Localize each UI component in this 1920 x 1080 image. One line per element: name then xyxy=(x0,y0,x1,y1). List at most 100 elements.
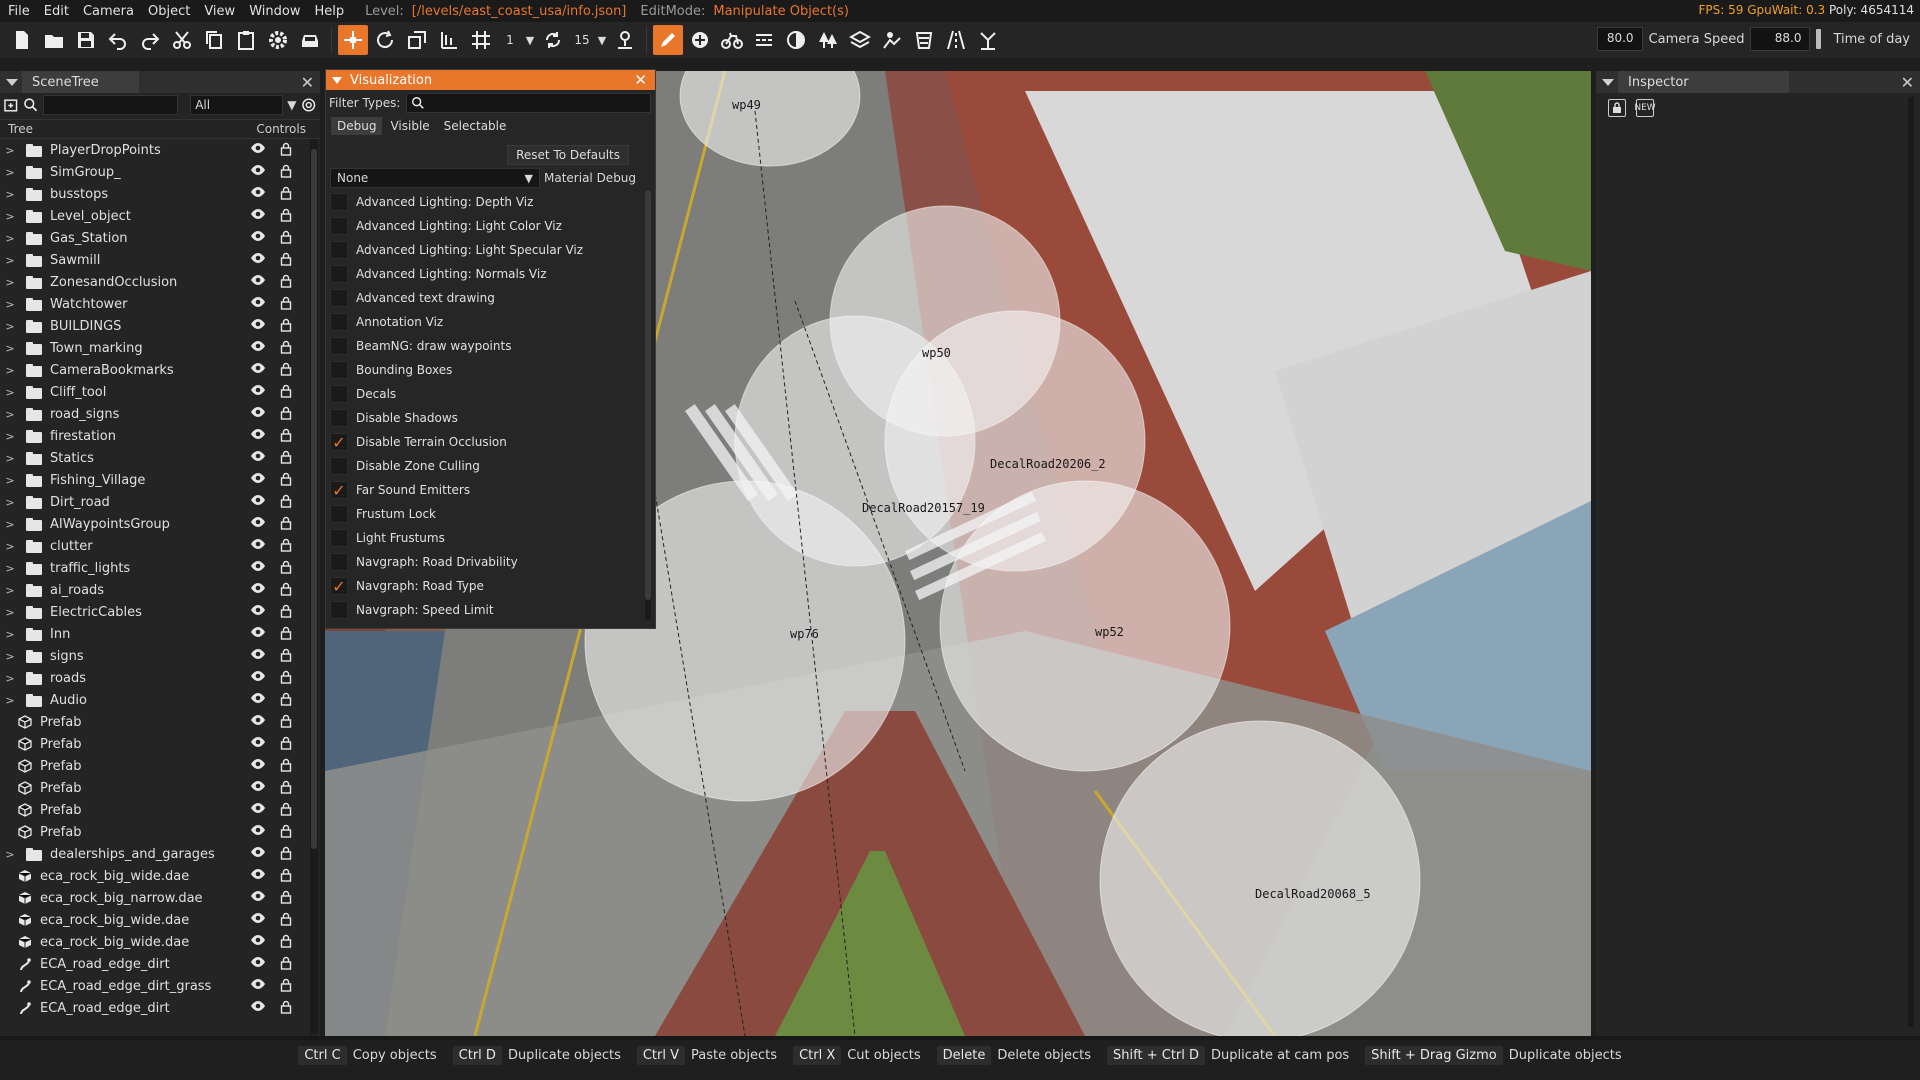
eye-icon[interactable] xyxy=(250,604,266,622)
scenetree-item[interactable]: eca_rock_big_narrow.dae xyxy=(0,887,320,909)
lock-icon[interactable] xyxy=(280,560,292,578)
rotate-snap-value[interactable]: 15 xyxy=(569,28,595,52)
eye-icon[interactable] xyxy=(250,252,266,270)
scenetree-item[interactable]: > signs xyxy=(0,645,320,667)
viz-option[interactable]: Disable Shadows xyxy=(330,406,640,430)
scenetree-item[interactable]: > road_signs xyxy=(0,403,320,425)
waypoint-label[interactable]: wp52 xyxy=(1095,625,1124,639)
chevron-right-icon[interactable]: > xyxy=(0,188,20,201)
viz-option[interactable]: Light Frustums xyxy=(330,526,640,550)
lock-icon[interactable] xyxy=(280,318,292,336)
close-icon[interactable]: ✕ xyxy=(634,71,647,89)
checkbox[interactable]: ✓ xyxy=(330,481,348,500)
lock-icon[interactable] xyxy=(280,912,292,930)
chevron-down-icon[interactable]: ▼ xyxy=(523,34,537,47)
scenetree-search-input[interactable] xyxy=(42,95,179,115)
scenetree-item[interactable]: > Town_marking xyxy=(0,337,320,359)
scenetree-item[interactable]: > ZonesandOcclusion xyxy=(0,271,320,293)
road-editor-icon[interactable] xyxy=(749,25,779,55)
eye-icon[interactable] xyxy=(250,978,266,996)
align-icon[interactable] xyxy=(434,25,464,55)
chevron-right-icon[interactable]: > xyxy=(0,606,20,619)
vehicle-icon[interactable] xyxy=(295,25,325,55)
eye-icon[interactable] xyxy=(250,186,266,204)
lock-icon[interactable] xyxy=(280,956,292,974)
scenetree-item[interactable]: > Watchtower xyxy=(0,293,320,315)
copy-icon[interactable] xyxy=(199,25,229,55)
checkbox[interactable] xyxy=(330,361,348,379)
checkbox[interactable] xyxy=(330,505,348,523)
viz-option[interactable]: Frustum Lock xyxy=(330,502,640,526)
eye-icon[interactable] xyxy=(250,164,266,182)
viz-option[interactable]: Advanced Lighting: Light Specular Viz xyxy=(330,238,640,262)
scenetree-item[interactable]: > clutter xyxy=(0,535,320,557)
scenetree-item[interactable]: ECA_road_edge_dirt_grass xyxy=(0,975,320,997)
lock-icon[interactable] xyxy=(1608,99,1626,117)
lock-icon[interactable] xyxy=(280,626,292,644)
eye-icon[interactable] xyxy=(250,296,266,314)
lock-icon[interactable] xyxy=(280,384,292,402)
checkbox[interactable] xyxy=(330,313,348,331)
chevron-right-icon[interactable]: > xyxy=(0,232,20,245)
viz-option[interactable]: ✓ Disable Terrain Occlusion xyxy=(330,430,640,454)
cut-icon[interactable] xyxy=(167,25,197,55)
inspector-tab[interactable]: Inspector xyxy=(1618,71,1789,93)
eye-icon[interactable] xyxy=(250,912,266,930)
scenetree-item[interactable]: > roads xyxy=(0,667,320,689)
viz-option[interactable]: Decals xyxy=(330,382,640,406)
scenetree-item[interactable]: > ElectricCables xyxy=(0,601,320,623)
waypoint-label[interactable]: wp76 xyxy=(790,627,819,641)
chevron-right-icon[interactable]: > xyxy=(0,452,20,465)
eye-icon[interactable] xyxy=(250,318,266,336)
rotate-snap-icon[interactable] xyxy=(538,25,568,55)
checkbox[interactable] xyxy=(330,529,348,547)
eye-icon[interactable] xyxy=(250,142,266,160)
tab-debug[interactable]: Debug xyxy=(331,117,383,135)
eye-icon[interactable] xyxy=(250,274,266,292)
scenetree-item[interactable]: > CameraBookmarks xyxy=(0,359,320,381)
checkbox[interactable] xyxy=(330,409,348,427)
collapse-triangle-icon[interactable] xyxy=(1602,78,1614,86)
eye-icon[interactable] xyxy=(250,714,266,732)
scenetree-tab[interactable]: SceneTree xyxy=(22,71,139,93)
lock-icon[interactable] xyxy=(280,472,292,490)
collapse-triangle-icon[interactable] xyxy=(6,78,18,86)
eye-icon[interactable] xyxy=(250,230,266,248)
translate-gizmo-icon[interactable] xyxy=(338,25,368,55)
menu-window[interactable]: Window xyxy=(242,4,307,19)
chevron-right-icon[interactable]: > xyxy=(0,254,20,267)
decalroad-label[interactable]: DecalRoad20157_19 xyxy=(862,501,985,515)
lock-icon[interactable] xyxy=(280,758,292,776)
scenetree-item[interactable]: Prefab xyxy=(0,777,320,799)
chevron-right-icon[interactable]: > xyxy=(0,342,20,355)
river-icon[interactable] xyxy=(909,25,939,55)
eye-icon[interactable] xyxy=(250,626,266,644)
menu-view[interactable]: View xyxy=(197,4,242,19)
lock-icon[interactable] xyxy=(280,428,292,446)
checkbox[interactable] xyxy=(330,385,348,403)
lock-icon[interactable] xyxy=(280,296,292,314)
checkbox[interactable] xyxy=(330,601,348,619)
lock-icon[interactable] xyxy=(280,736,292,754)
eye-icon[interactable] xyxy=(250,736,266,754)
lock-icon[interactable] xyxy=(280,230,292,248)
object-edit-pencil-icon[interactable] xyxy=(653,25,683,55)
scenetree-item[interactable]: Prefab xyxy=(0,733,320,755)
lock-icon[interactable] xyxy=(280,692,292,710)
scenetree-item[interactable]: > busstops xyxy=(0,183,320,205)
add-object-icon[interactable] xyxy=(685,25,715,55)
lock-icon[interactable] xyxy=(280,450,292,468)
chevron-right-icon[interactable]: > xyxy=(0,694,20,707)
scenetree-item[interactable]: > AIWaypointsGroup xyxy=(0,513,320,535)
grid-snap-icon[interactable] xyxy=(466,25,496,55)
viz-option[interactable]: ✓ Navgraph: Road Type xyxy=(330,574,640,598)
lock-icon[interactable] xyxy=(280,978,292,996)
chevron-right-icon[interactable]: > xyxy=(0,562,20,575)
checkbox[interactable] xyxy=(330,241,348,259)
lock-icon[interactable] xyxy=(280,802,292,820)
chevron-right-icon[interactable]: > xyxy=(0,166,20,179)
chevron-down-icon[interactable]: ▼ xyxy=(595,34,609,47)
save-icon[interactable] xyxy=(71,25,101,55)
scenetree-item[interactable]: > PlayerDropPoints xyxy=(0,139,320,161)
scenetree-item[interactable]: > Fishing_Village xyxy=(0,469,320,491)
